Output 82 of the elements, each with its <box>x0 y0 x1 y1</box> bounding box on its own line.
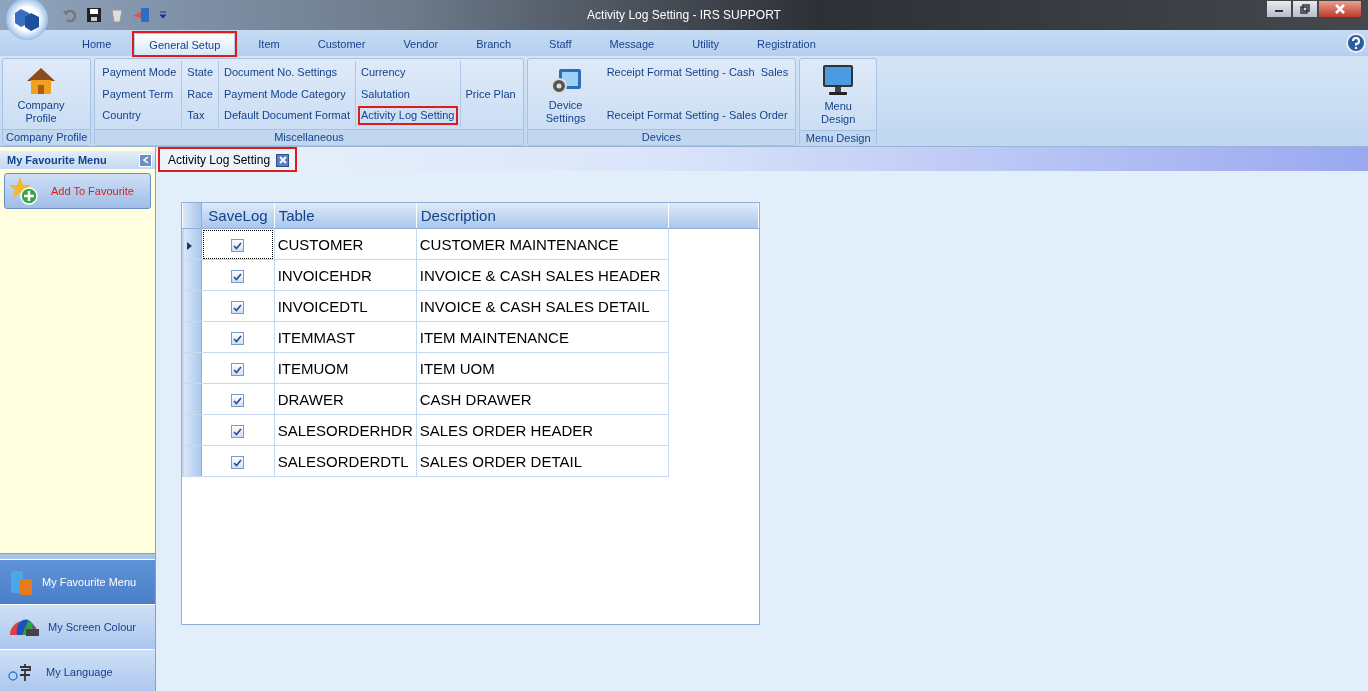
ribbon-tab[interactable]: Staff <box>533 32 588 56</box>
ribbon-item[interactable]: Price Plan <box>463 85 518 103</box>
ribbon-tab[interactable]: Utility <box>676 32 736 56</box>
table-cell: SALESORDERDTL <box>274 445 417 477</box>
checkbox[interactable] <box>231 332 245 346</box>
checkbox[interactable] <box>231 394 245 408</box>
ribbon-item[interactable]: Tax <box>185 107 215 124</box>
checkbox[interactable] <box>231 363 245 377</box>
ribbon-tab[interactable]: Item <box>242 32 296 56</box>
save-icon[interactable] <box>86 7 102 23</box>
table-cell: ITEMUOM <box>274 352 417 384</box>
window-title: Activity Log Setting - IRS SUPPORT <box>587 8 781 22</box>
ribbon-item[interactable]: Document No. Settings <box>222 64 352 81</box>
column-header[interactable]: Table <box>274 203 417 229</box>
nav-button[interactable]: My Language <box>0 649 155 691</box>
table-cell: CUSTOMER <box>274 228 417 260</box>
table-cell: ITEM UOM <box>416 352 669 384</box>
table-cell: ITEMMAST <box>274 321 417 353</box>
ribbon-big-button[interactable]: Device Settings <box>529 61 602 127</box>
nav-button[interactable]: My Screen Colour <box>0 604 155 649</box>
table-cell: SALESORDERHDR <box>274 414 417 446</box>
table-cell: CUSTOMER MAINTENANCE <box>416 228 669 260</box>
ribbon-big-button[interactable]: Menu Design <box>802 61 875 128</box>
ribbon-item[interactable]: State <box>185 64 215 81</box>
column-header[interactable]: Description <box>416 203 669 229</box>
ribbon-item[interactable]: Payment Mode Category <box>222 85 352 103</box>
table-cell: INVOICE & CASH SALES HEADER <box>416 259 669 291</box>
ribbon-item[interactable]: Salutation <box>358 85 457 103</box>
ribbon-big-button[interactable]: Company Profile <box>5 61 77 127</box>
ribbon-item[interactable]: Currency <box>358 64 457 81</box>
ribbon-tab[interactable]: Message <box>593 32 671 56</box>
ribbon-tab[interactable]: Customer <box>301 32 382 56</box>
app-logo-icon[interactable] <box>6 0 48 40</box>
table-cell: SALES ORDER HEADER <box>416 414 669 446</box>
ribbon-tab[interactable]: Registration <box>741 32 832 56</box>
ribbon-tab[interactable]: Home <box>66 32 128 56</box>
dropdown-icon[interactable] <box>158 10 168 20</box>
checkbox[interactable] <box>231 301 245 315</box>
close-tab-button[interactable] <box>276 153 290 167</box>
group-label: Devices <box>527 129 796 145</box>
chevron-left-icon <box>142 156 149 164</box>
monitor-icon <box>821 63 856 97</box>
table-cell: INVOICEHDR <box>274 259 417 291</box>
ribbon-item[interactable]: Activity Log Setting <box>358 107 457 124</box>
colour-fan-icon <box>8 617 40 637</box>
ribbon-item[interactable]: Country <box>100 107 179 124</box>
star-plus-icon <box>9 176 41 206</box>
ribbon-item[interactable]: Payment Term <box>100 85 179 103</box>
ribbon-tab[interactable]: Branch <box>460 32 528 56</box>
help-icon[interactable] <box>1346 33 1366 53</box>
restore-icon <box>1300 4 1310 14</box>
close-icon <box>1335 4 1345 14</box>
checkbox[interactable] <box>231 239 245 253</box>
ribbon-item[interactable]: Receipt Format Setting - Sales Order <box>604 107 791 124</box>
restore-button[interactable] <box>1292 0 1318 18</box>
group-label: Menu Design <box>800 130 877 146</box>
document-tab[interactable]: Activity Log Setting <box>159 148 297 171</box>
table-cell: INVOICEDTL <box>274 290 417 322</box>
ribbon-item[interactable]: Receipt Format Setting - Cash Sales <box>604 64 791 81</box>
ribbon-item[interactable]: Default Document Format <box>222 107 352 124</box>
group-label: Company Profile <box>3 129 91 145</box>
table-cell: DRAWER <box>274 383 417 415</box>
minimize-button[interactable] <box>1266 0 1292 18</box>
table-cell: INVOICE & CASH SALES DETAIL <box>416 290 669 322</box>
house-icon <box>26 66 56 96</box>
group-label: Miscellaneous <box>95 129 523 145</box>
table-cell: ITEM MAINTENANCE <box>416 321 669 353</box>
collapse-button[interactable] <box>139 153 152 167</box>
table-cell: CASH DRAWER <box>416 383 669 415</box>
checkbox[interactable] <box>231 270 245 284</box>
checkbox[interactable] <box>231 425 245 439</box>
checkbox[interactable] <box>231 456 245 470</box>
close-button[interactable] <box>1318 0 1362 18</box>
ribbon-item[interactable]: Race <box>185 85 215 103</box>
nav-button[interactable]: My Favourite Menu <box>0 559 155 604</box>
panel-title: My Favourite Menu <box>7 154 107 166</box>
ribbon-tab[interactable]: General Setup <box>133 32 237 56</box>
gear-screen-icon <box>548 66 583 96</box>
table-cell: SALES ORDER DETAIL <box>416 445 669 477</box>
ribbon-item[interactable]: Payment Mode <box>100 64 179 81</box>
ribbon-tab[interactable]: Vendor <box>387 32 455 56</box>
column-header[interactable]: SaveLog <box>201 203 275 229</box>
